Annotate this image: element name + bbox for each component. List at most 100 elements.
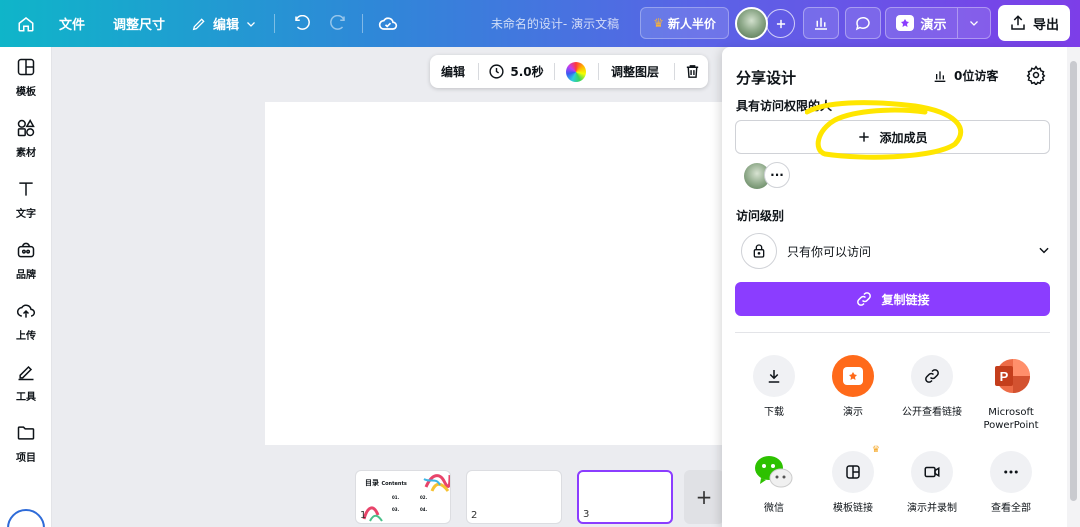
- svg-text:P: P: [1000, 369, 1009, 384]
- thumbnail-item: 03.: [392, 507, 400, 512]
- share-settings-button[interactable]: [1026, 65, 1046, 88]
- chevron-down-icon: [247, 21, 255, 27]
- cloud-save-button[interactable]: [374, 0, 402, 47]
- copy-link-button[interactable]: 复制链接: [735, 282, 1050, 316]
- template-icon: [17, 58, 35, 75]
- access-level-dropdown[interactable]: 只有你可以访问: [741, 233, 1051, 269]
- share-option-see-all[interactable]: 查看全部: [971, 451, 1051, 515]
- share-option-label: 演示: [843, 407, 863, 418]
- insights-button[interactable]: [803, 7, 839, 39]
- undo-icon: [295, 14, 310, 30]
- bar-chart-icon: [934, 70, 946, 82]
- user-avatar[interactable]: [735, 7, 768, 40]
- decorative-ribbon-icon: [423, 474, 450, 492]
- assistant-button[interactable]: [7, 509, 45, 527]
- draw-icon: [18, 365, 34, 380]
- share-option-powerpoint[interactable]: P Microsoft PowerPoint: [971, 355, 1051, 432]
- promo-label: 新人半价: [667, 16, 716, 31]
- present-icon: [896, 15, 915, 31]
- plus-icon: [776, 19, 785, 28]
- left-sidebar: 模板 素材 文字 品牌 上传 工具 项目: [0, 47, 52, 527]
- sidebar-item-text[interactable]: 文字: [0, 171, 52, 227]
- present-button[interactable]: 演示: [886, 8, 958, 38]
- share-option-public-link[interactable]: 公开查看链接: [892, 355, 972, 419]
- sidebar-item-label: 模板: [16, 86, 36, 98]
- link-icon: [857, 292, 872, 306]
- visitors-button[interactable]: 0位访客: [932, 67, 998, 84]
- scrollbar-thumb[interactable]: [1070, 61, 1077, 501]
- home-button[interactable]: [10, 0, 42, 47]
- present-label: 演示: [920, 17, 947, 33]
- duration-button[interactable]: 5.0秒: [486, 55, 546, 88]
- resize-button[interactable]: 调整尺寸: [108, 0, 170, 47]
- more-icon: [990, 451, 1032, 493]
- crown-icon: ♛: [653, 16, 664, 30]
- brand-icon: [17, 242, 35, 257]
- share-option-download[interactable]: 下载: [734, 355, 814, 419]
- add-page-button[interactable]: +: [684, 470, 724, 524]
- access-level-value: 只有你可以访问: [787, 244, 872, 259]
- add-member-button[interactable]: 添加成员: [735, 120, 1050, 154]
- add-member-label: 添加成员: [879, 130, 928, 145]
- redo-icon: [330, 14, 345, 30]
- page-number: 3: [583, 509, 590, 520]
- document-title[interactable]: 未命名的设计- 演示文稿: [470, 0, 640, 47]
- present-icon: [832, 355, 874, 397]
- undo-button[interactable]: [288, 0, 316, 47]
- promo-button[interactable]: ♛ 新人半价: [640, 7, 729, 39]
- home-icon: [18, 16, 34, 31]
- divider: [362, 14, 363, 33]
- edit-page-button[interactable]: 编辑: [436, 55, 470, 88]
- share-option-present-record[interactable]: 演示并录制: [892, 451, 972, 515]
- divider: [598, 63, 599, 80]
- sidebar-item-label: 品牌: [16, 269, 36, 281]
- adjust-layers-button[interactable]: 调整图层: [606, 55, 664, 88]
- edit-mode-button[interactable]: 编辑: [186, 0, 262, 47]
- share-option-label: 微信: [764, 503, 784, 514]
- duration-label: 5.0秒: [510, 65, 544, 79]
- more-members-button[interactable]: ···: [764, 162, 790, 188]
- background-color-button[interactable]: [562, 55, 590, 88]
- link-icon: [911, 355, 953, 397]
- divider: [274, 14, 275, 33]
- context-toolbar: 编辑 5.0秒 调整图层: [430, 55, 708, 88]
- delete-page-button[interactable]: [680, 55, 704, 88]
- file-menu-button[interactable]: 文件: [52, 0, 92, 47]
- visitors-count: 0位访客: [954, 69, 999, 83]
- divider: [735, 332, 1050, 333]
- sidebar-item-brand[interactable]: 品牌: [0, 232, 52, 288]
- share-panel: 分享设计 0位访客 具有访问权限的人 添加成员 ··· 访问级别 只有你可以访问…: [722, 47, 1067, 527]
- design-canvas[interactable]: [265, 102, 725, 445]
- cloud-check-icon: [378, 16, 398, 30]
- page-thumbnail-3[interactable]: 3: [577, 470, 673, 524]
- page-number: 2: [471, 510, 478, 521]
- share-panel-scrollbar[interactable]: [1067, 47, 1080, 527]
- access-level-label: 访问级别: [736, 209, 785, 223]
- page-thumbnail-2[interactable]: 2: [466, 470, 562, 524]
- thumbnail-title: 目录 Contents: [365, 479, 407, 487]
- invite-button[interactable]: [766, 9, 795, 38]
- sidebar-item-label: 文字: [16, 208, 36, 220]
- share-option-template-link[interactable]: ♛ 模板链接: [813, 445, 893, 515]
- share-option-present[interactable]: 演示: [813, 355, 893, 419]
- gear-icon: [1026, 65, 1046, 87]
- sidebar-item-label: 素材: [16, 147, 36, 159]
- divider: [478, 63, 479, 80]
- sidebar-item-projects[interactable]: 项目: [0, 415, 52, 471]
- comment-button[interactable]: [845, 7, 881, 39]
- redo-button[interactable]: [324, 0, 352, 47]
- export-button[interactable]: 导出: [998, 5, 1070, 41]
- sidebar-item-elements[interactable]: 素材: [0, 110, 52, 166]
- sidebar-item-uploads[interactable]: 上传: [0, 293, 52, 349]
- bar-chart-icon: [815, 17, 827, 30]
- upload-icon: [16, 304, 35, 318]
- access-label: 具有访问权限的人: [736, 99, 833, 113]
- sidebar-item-tools[interactable]: 工具: [0, 354, 52, 410]
- sidebar-item-templates[interactable]: 模板: [0, 49, 52, 105]
- page-thumbnail-1[interactable]: 目录 Contents 01. 02. 03. 04. 1: [355, 470, 451, 524]
- present-options-button[interactable]: [958, 8, 990, 38]
- crown-icon: ♛: [871, 445, 880, 455]
- plus-icon: [859, 132, 870, 142]
- share-option-label: Microsoft PowerPoint: [983, 407, 1039, 431]
- share-option-wechat[interactable]: 微信: [734, 451, 814, 515]
